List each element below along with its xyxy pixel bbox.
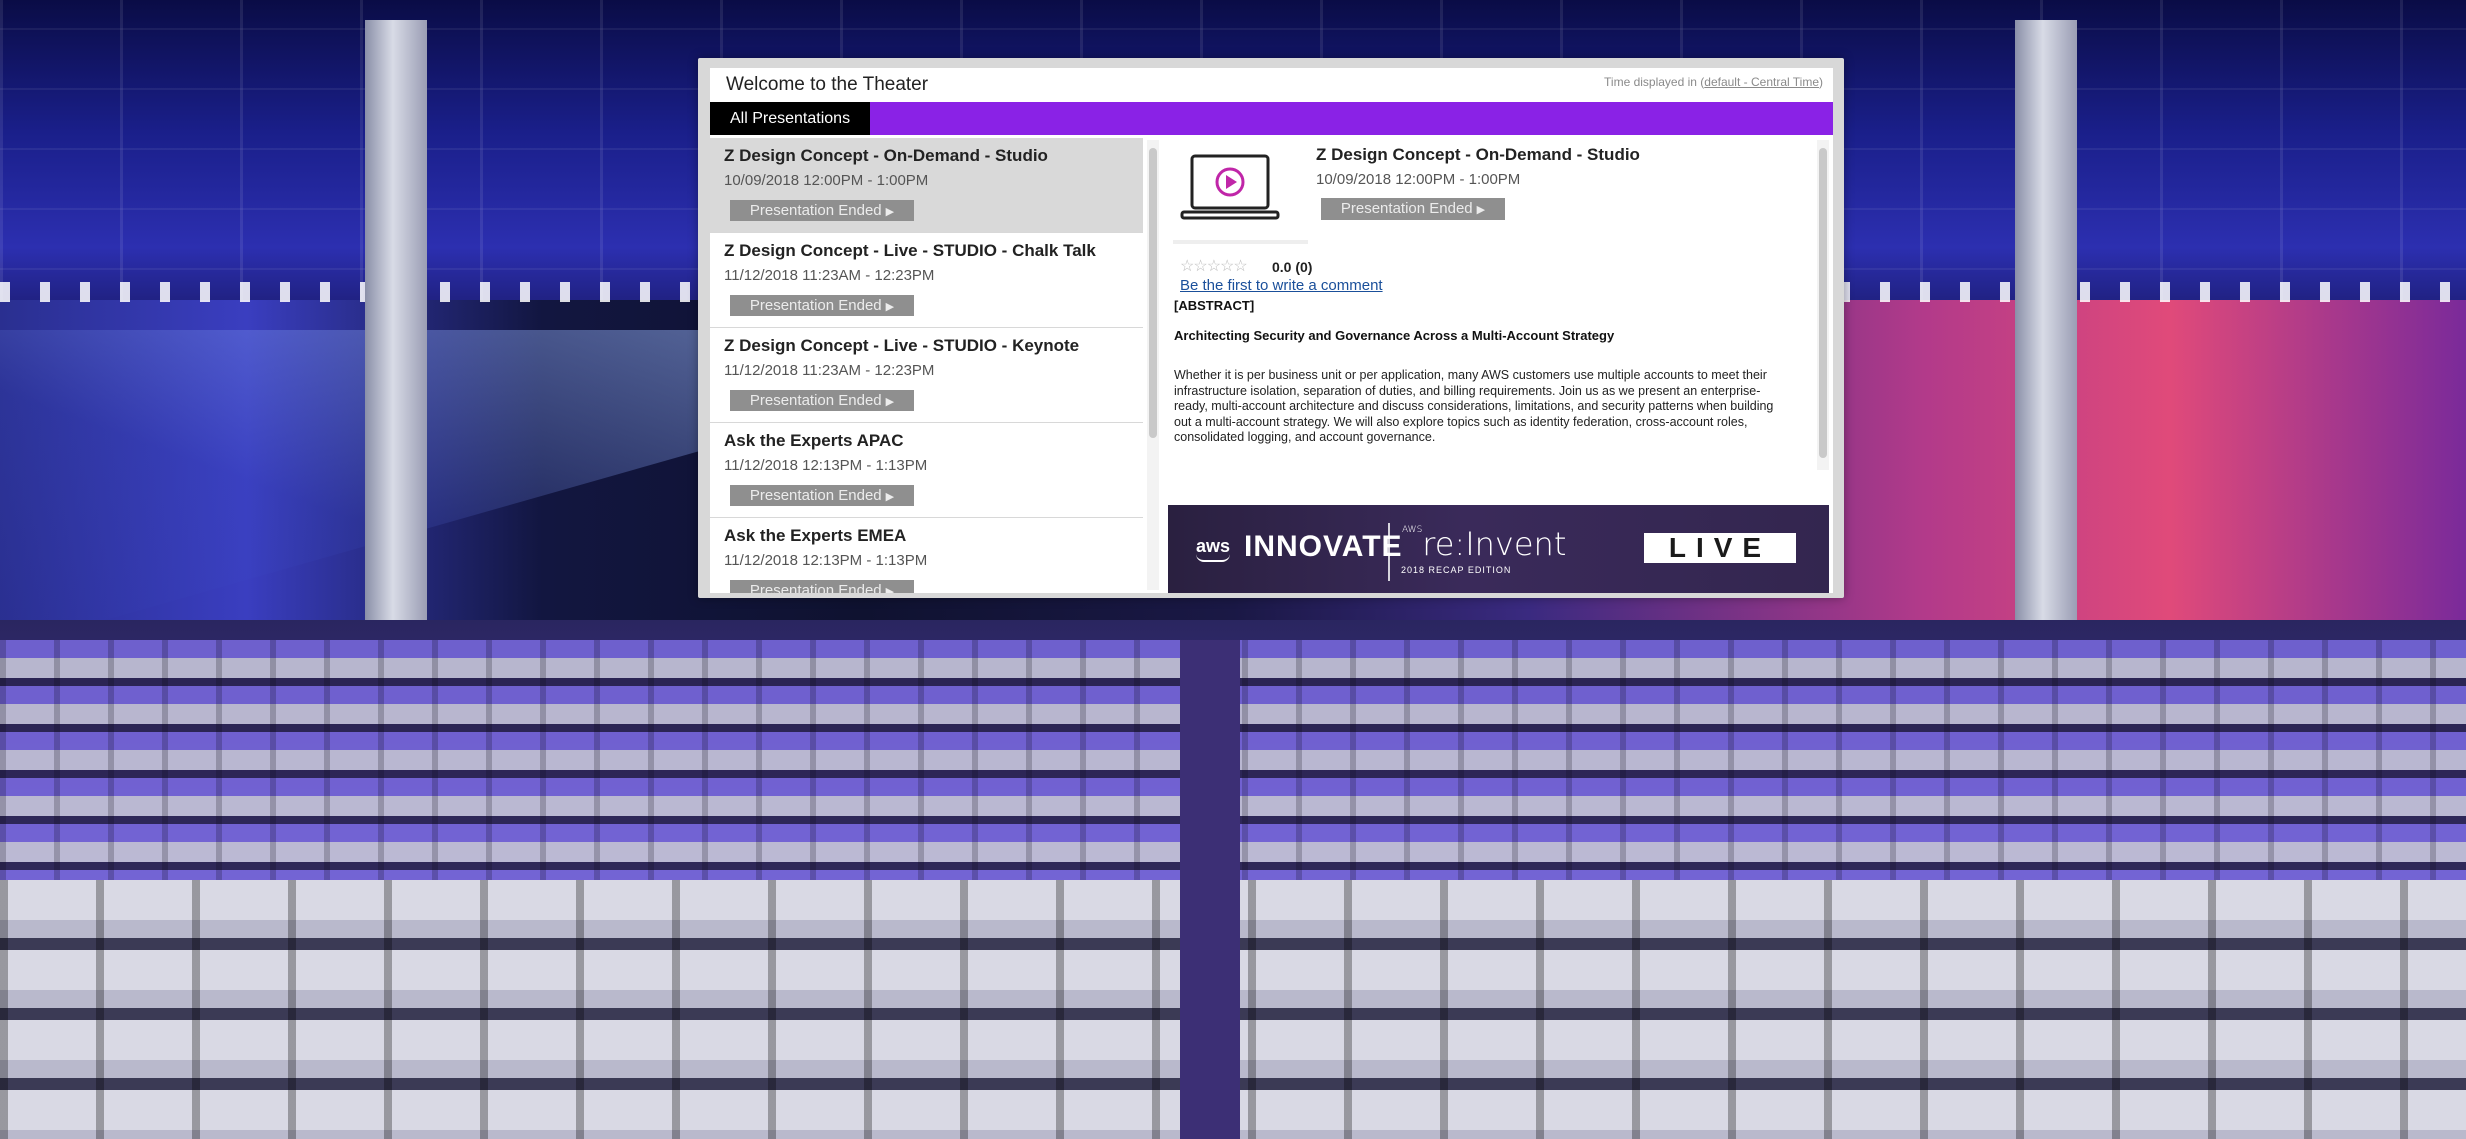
rating-stars-icon[interactable]: ☆☆☆☆☆ xyxy=(1180,256,1248,276)
theater-header: Welcome to the Theater Time displayed in… xyxy=(710,68,1833,102)
scrollbar-thumb[interactable] xyxy=(1149,148,1157,438)
innovate-logo: INNOVATE xyxy=(1244,530,1403,563)
play-arrow-icon: ▶ xyxy=(885,301,895,313)
banner-divider xyxy=(1388,523,1390,581)
session-item[interactable]: Z Design Concept - Live - STUDIO - Chalk… xyxy=(710,233,1143,328)
detail-title: Z Design Concept - On-Demand - Studio xyxy=(1316,145,1640,164)
play-arrow-icon: ▶ xyxy=(885,206,895,218)
detail-scrollbar[interactable] xyxy=(1817,140,1829,470)
detail-presentation-ended-button[interactable]: Presentation Ended ▶ xyxy=(1321,198,1505,220)
session-title: Z Design Concept - Live - STUDIO - Keyno… xyxy=(724,336,1080,355)
live-badge: LIVE xyxy=(1644,533,1796,563)
abstract-title: Architecting Security and Governance Acr… xyxy=(1174,328,1615,343)
recap-edition: 2018 RECAP EDITION xyxy=(1401,565,1512,575)
presentation-ended-button[interactable]: Presentation Ended ▶ xyxy=(730,390,914,411)
event-banner: aws INNOVATE AWSre:Invent 2018 RECAP EDI… xyxy=(1168,505,1829,593)
session-time: 10/09/2018 12:00PM - 1:00PM xyxy=(724,172,929,189)
scrollbar-thumb[interactable] xyxy=(1819,148,1827,458)
left-pillar xyxy=(365,20,427,660)
session-time: 11/12/2018 12:13PM - 1:13PM xyxy=(724,552,928,569)
session-title: Z Design Concept - Live - STUDIO - Chalk… xyxy=(724,241,1096,260)
session-time: 11/12/2018 12:13PM - 1:13PM xyxy=(724,457,928,474)
session-item[interactable]: Z Design Concept - On-Demand - Studio 10… xyxy=(710,138,1143,233)
ended-label: Presentation Ended xyxy=(749,297,882,314)
timezone-info: Time displayed in (default - Central Tim… xyxy=(1604,75,1823,89)
reinvent-logo: AWSre:Invent xyxy=(1402,525,1566,563)
timezone-suffix: ) xyxy=(1819,75,1823,89)
session-time: 11/12/2018 11:23AM - 12:23PM xyxy=(724,267,935,284)
session-time: 11/12/2018 11:23AM - 12:23PM xyxy=(724,362,935,379)
session-list: Z Design Concept - On-Demand - Studio 10… xyxy=(710,138,1143,593)
ended-label: Presentation Ended xyxy=(749,487,882,504)
reinvent-text: re:Invent xyxy=(1422,525,1567,563)
abstract-body: Whether it is per business unit or per a… xyxy=(1174,368,1774,444)
session-title: Ask the Experts EMEA xyxy=(724,526,907,545)
ended-label: Presentation Ended xyxy=(1340,200,1473,217)
divider xyxy=(1173,240,1308,244)
session-detail: Z Design Concept - On-Demand - Studio 10… xyxy=(1168,138,1816,493)
ended-label: Presentation Ended xyxy=(749,202,882,219)
tab-bar: All Presentations xyxy=(710,102,1833,135)
timezone-prefix: Time displayed in ( xyxy=(1604,75,1705,89)
write-comment-link[interactable]: Be the first to write a comment xyxy=(1180,277,1383,294)
session-item[interactable]: Ask the Experts EMEA 11/12/2018 12:13PM … xyxy=(710,518,1143,593)
rating-score: 0.0 (0) xyxy=(1272,259,1313,275)
play-arrow-icon: ▶ xyxy=(885,491,895,503)
session-list-scrollbar[interactable] xyxy=(1147,140,1159,590)
page-title: Welcome to the Theater xyxy=(726,74,929,95)
tab-all-presentations[interactable]: All Presentations xyxy=(710,102,871,135)
center-aisle xyxy=(1180,640,1240,1139)
ended-label: Presentation Ended xyxy=(749,582,882,593)
session-title: Ask the Experts APAC xyxy=(724,431,904,450)
session-title: Z Design Concept - On-Demand - Studio xyxy=(724,146,1048,165)
presentation-ended-button[interactable]: Presentation Ended ▶ xyxy=(730,200,914,221)
presentation-ended-button[interactable]: Presentation Ended ▶ xyxy=(730,580,914,593)
play-arrow-icon: ▶ xyxy=(885,586,895,593)
detail-time: 10/09/2018 12:00PM - 1:00PM xyxy=(1316,171,1521,188)
right-pillar xyxy=(2015,20,2077,660)
abstract-heading: [ABSTRACT] xyxy=(1174,298,1255,313)
theater-screen: Welcome to the Theater Time displayed in… xyxy=(698,58,1844,598)
aws-smile-icon xyxy=(1196,554,1230,562)
ended-label: Presentation Ended xyxy=(749,392,882,409)
session-item[interactable]: Ask the Experts APAC 11/12/2018 12:13PM … xyxy=(710,423,1143,518)
reinvent-aws: AWS xyxy=(1402,525,1423,535)
presentation-ended-button[interactable]: Presentation Ended ▶ xyxy=(730,485,914,506)
video-laptop-icon xyxy=(1180,154,1280,220)
session-item[interactable]: Z Design Concept - Live - STUDIO - Keyno… xyxy=(710,328,1143,423)
play-arrow-icon: ▶ xyxy=(885,396,895,408)
timezone-link[interactable]: default - Central Time xyxy=(1704,75,1819,89)
play-arrow-icon: ▶ xyxy=(1476,204,1486,216)
theater-panel: Welcome to the Theater Time displayed in… xyxy=(710,68,1833,593)
presentation-ended-button[interactable]: Presentation Ended ▶ xyxy=(730,295,914,316)
